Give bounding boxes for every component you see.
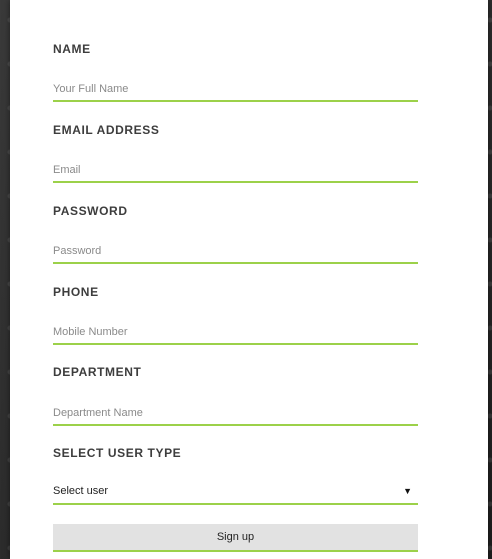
department-input[interactable] <box>53 402 418 426</box>
password-label: PASSWORD <box>53 204 128 218</box>
user-type-label: SELECT USER TYPE <box>53 446 182 460</box>
name-input[interactable] <box>53 78 418 102</box>
phone-label: PHONE <box>53 285 99 299</box>
signup-card: NAME EMAIL ADDRESS PASSWORD PHONE DEPART… <box>10 0 488 559</box>
user-type-select[interactable]: Select user ▼ <box>53 481 418 505</box>
dropdown-arrow-icon: ▼ <box>403 486 412 496</box>
phone-input[interactable] <box>53 321 418 345</box>
name-label: NAME <box>53 42 91 56</box>
user-type-selected-value: Select user <box>53 485 109 497</box>
department-label: DEPARTMENT <box>53 365 142 379</box>
sign-up-button[interactable]: Sign up <box>53 524 418 552</box>
email-label: EMAIL ADDRESS <box>53 123 160 137</box>
email-input[interactable] <box>53 159 418 183</box>
password-input[interactable] <box>53 240 418 264</box>
